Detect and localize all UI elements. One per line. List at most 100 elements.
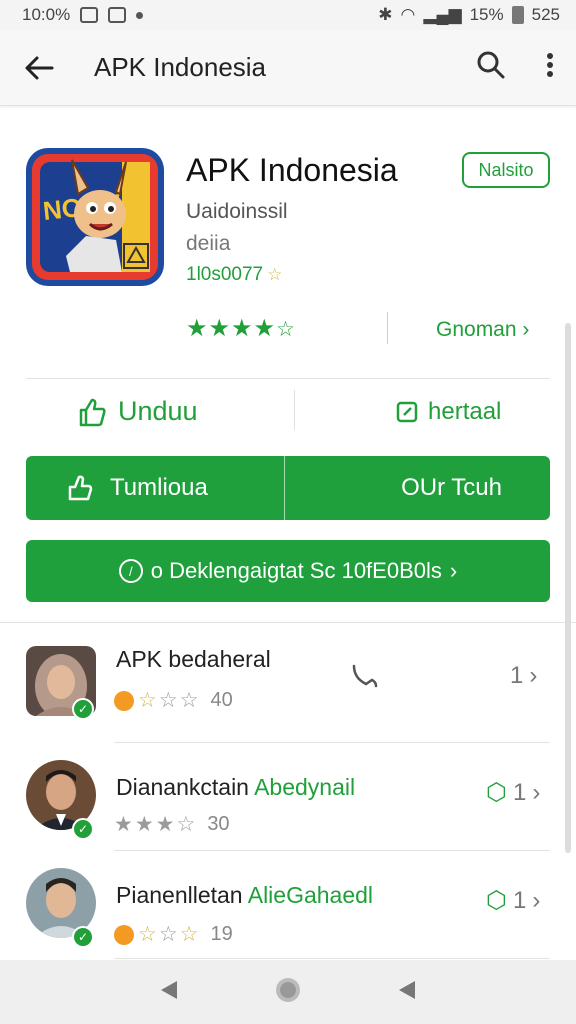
app-rating-stars: ★★★★☆ <box>186 314 296 343</box>
status-left-text: 10:0% <box>22 5 71 24</box>
search-icon <box>477 51 505 79</box>
reviewer-tag-text: Abedynail <box>254 774 356 800</box>
review-count-text: 1 <box>510 662 524 689</box>
chevron-right-icon: › <box>532 886 541 914</box>
reviewer-name: APK bedaheral <box>116 646 271 673</box>
review-stars: ☆ ☆ ☆ 19 <box>114 922 233 947</box>
split-button: Tumlioua OUr Tcuh <box>26 456 550 520</box>
review-count[interactable]: ⬡ 1 › <box>486 886 540 915</box>
app-icon: NOIJV <box>26 148 164 286</box>
scrollbar[interactable] <box>565 323 571 853</box>
search-button[interactable] <box>476 50 506 85</box>
star-outline-icon: ☆ <box>158 689 178 712</box>
wide-action-button[interactable]: / o Deklengaigtat Sc 10fE0B0ls › <box>26 540 550 602</box>
review-stars-count: 19 <box>210 923 233 945</box>
ratings-link[interactable]: Gnoman › <box>436 318 529 342</box>
review-item[interactable]: ✓ Pianenlletan AlieGahaedl ☆ ☆ ☆ 19 ⬡ 1 … <box>0 852 576 960</box>
nav-recents-icon <box>399 980 416 999</box>
verified-badge-icon: ✓ <box>72 818 94 840</box>
review-count[interactable]: ⬡ 1 › <box>486 778 540 807</box>
reviewer-name-text: APK bedaheral <box>116 646 271 672</box>
detail-action-label: hertaal <box>428 398 502 425</box>
star-filled-icon: ★ <box>231 315 254 342</box>
app-bar: APK Indonesia <box>0 30 576 106</box>
star-outline-icon: ☆ <box>158 923 178 946</box>
open-button-label: OUr Tcuh <box>401 474 502 501</box>
battery-text: 15% <box>469 5 504 24</box>
more-options-button[interactable] <box>546 52 554 83</box>
share-box-icon <box>396 401 418 423</box>
battery-icon <box>511 6 524 24</box>
developer-name[interactable]: Uaidoinssil <box>186 200 288 224</box>
star-outline-icon: ☆ <box>267 265 283 284</box>
detail-action[interactable]: hertaal <box>396 398 501 426</box>
nav-back-icon <box>160 980 177 999</box>
install-button-label: Tumlioua <box>110 474 208 501</box>
star-outline-icon: ☆ <box>138 689 157 712</box>
verified-badge-icon: ✓ <box>72 698 94 720</box>
divider <box>26 378 550 379</box>
download-action-label: Unduu <box>118 396 198 426</box>
signal-icon: ▂▄▆ <box>423 5 462 24</box>
emoji-icon <box>114 690 134 711</box>
review-item[interactable]: ✓ Dianankctain Abedynail ★ ★ ★ ☆ 30 ⬡ 1 … <box>0 742 576 959</box>
reviewer-name: Pianenlletan AlieGahaedl <box>116 882 373 909</box>
review-count-text: 1 <box>512 886 527 914</box>
hand-icon <box>68 475 93 501</box>
settings-icon: ⬡ <box>486 779 507 806</box>
review-item[interactable]: ✓ APK bedaheral ☆ ☆ ☆ 40 1 › <box>0 634 576 743</box>
app-logo-icon: NOIJV <box>26 148 164 286</box>
install-button[interactable]: Tumlioua <box>26 456 285 520</box>
review-count[interactable]: 1 › <box>510 662 537 690</box>
review-count-text: 1 <box>512 778 527 806</box>
divider <box>387 312 388 344</box>
star-filled-icon: ★ <box>208 315 232 342</box>
phone-icon[interactable] <box>350 662 380 693</box>
status-time: 525 <box>531 5 560 24</box>
divider <box>0 622 576 623</box>
app-detail-content: NOIJV APK Indonesia Nalsito Uaidoinssil … <box>0 108 576 960</box>
wifi-icon: ◠ <box>400 5 416 24</box>
navigation-bar <box>0 960 576 1024</box>
review-stars-count: 30 <box>207 813 230 835</box>
clock-icon: / <box>118 559 143 583</box>
star-filled-icon: ★ <box>134 813 154 836</box>
star-filled-icon: ★ <box>186 315 209 342</box>
download-count-text: 1l0s0077 <box>186 264 264 285</box>
star-filled-icon: ★ <box>114 813 133 836</box>
back-arrow-icon <box>25 56 54 79</box>
reviewer-name-text: Pianenlletan <box>116 882 243 908</box>
notification-icon <box>108 7 127 23</box>
bluetooth-icon: ✱ <box>378 5 393 24</box>
status-bar: 10:0% ✱ ◠ ▂▄▆ 15% 525 <box>0 0 576 30</box>
emoji-icon <box>114 924 134 945</box>
wide-button-label: o Deklengaigtat Sc 10fE0B0ls <box>150 558 442 583</box>
install-chip-button[interactable]: Nalsito <box>462 152 550 188</box>
divider <box>294 390 295 430</box>
download-action[interactable]: Unduu <box>78 396 198 427</box>
star-outline-icon: ☆ <box>179 689 199 712</box>
star-filled-icon: ★ <box>253 315 277 342</box>
review-stars-count: 40 <box>210 689 233 711</box>
divider <box>114 850 550 851</box>
more-vert-icon <box>547 53 553 77</box>
ratings-link-label: Gnoman <box>436 318 517 341</box>
back-button[interactable] <box>22 51 56 85</box>
reviewer-name-text: Dianankctain <box>116 774 249 800</box>
reviewer-name: Dianankctain Abedynail <box>116 774 355 801</box>
open-button[interactable]: OUr Tcuh <box>285 456 551 520</box>
dot-icon <box>136 11 144 19</box>
reply-icon <box>352 664 378 688</box>
app-category: deiia <box>186 232 231 255</box>
nav-back-button[interactable] <box>157 978 181 1007</box>
settings-icon: ⬡ <box>486 887 507 914</box>
app-name: APK Indonesia <box>186 152 398 188</box>
nav-recents-button[interactable] <box>395 978 419 1007</box>
action-row: Unduu hertaal <box>26 390 550 442</box>
chevron-right-icon: › <box>532 778 541 806</box>
star-outline-icon: ☆ <box>179 923 199 946</box>
nav-home-button[interactable] <box>274 976 302 1009</box>
nav-home-icon <box>275 977 300 1002</box>
chevron-right-icon: › <box>522 318 530 341</box>
review-stars: ☆ ☆ ☆ 40 <box>114 688 233 713</box>
